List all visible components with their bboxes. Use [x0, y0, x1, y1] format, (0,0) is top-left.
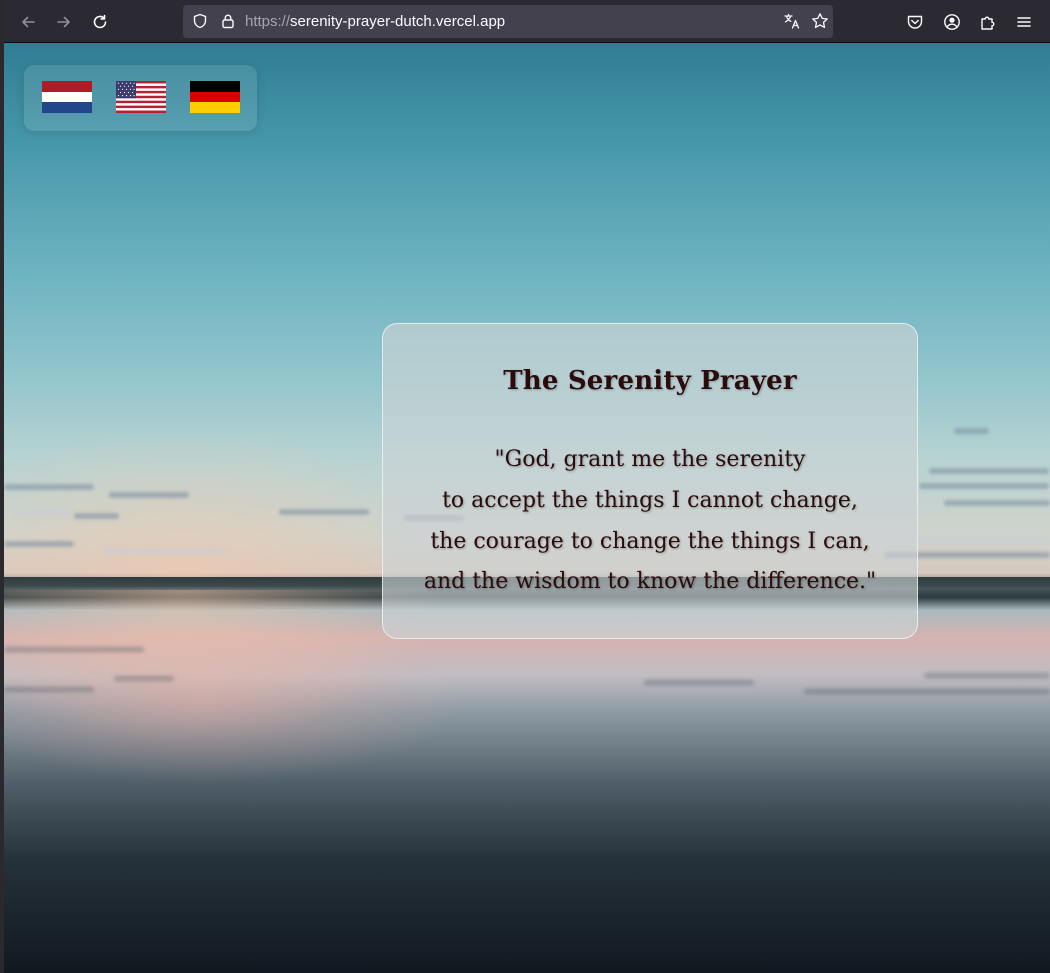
- english-flag-button[interactable]: [116, 81, 166, 113]
- prayer-card: The Serenity Prayer "God, grant me the s…: [382, 323, 918, 639]
- star-icon[interactable]: [811, 12, 829, 30]
- prayer-line-4: and the wisdom to know the difference.": [423, 569, 877, 594]
- account-button[interactable]: [937, 7, 967, 37]
- us-flag-icon: [116, 81, 166, 113]
- pocket-icon: [907, 15, 923, 29]
- extensions-button[interactable]: [973, 7, 1003, 37]
- forward-button[interactable]: [49, 7, 79, 37]
- prayer-line-1: "God, grant me the serenity: [494, 447, 806, 472]
- shield-icon[interactable]: [191, 12, 209, 30]
- back-arrow-icon: [22, 16, 35, 28]
- puzzle-icon: [981, 16, 995, 30]
- url-scheme: https://: [245, 13, 291, 30]
- prayer-line-3: the courage to change the things I can,: [430, 529, 870, 554]
- account-icon: [944, 14, 960, 30]
- prayer-title: The Serenity Prayer: [503, 366, 797, 396]
- lock-icon[interactable]: [219, 12, 237, 30]
- url-text[interactable]: https://serenity-prayer-dutch.vercel.app: [245, 5, 505, 38]
- language-selector: [24, 65, 257, 131]
- reload-button[interactable]: [85, 7, 115, 37]
- translate-icon[interactable]: [783, 12, 801, 30]
- back-button[interactable]: [13, 7, 43, 37]
- url-bar[interactable]: https://serenity-prayer-dutch.vercel.app: [183, 5, 833, 38]
- reload-icon: [93, 14, 107, 29]
- netherlands-flag-icon: [42, 81, 92, 113]
- hamburger-menu-icon: [1017, 17, 1031, 27]
- forward-arrow-icon: [57, 16, 70, 28]
- dutch-flag-button[interactable]: [42, 81, 92, 113]
- germany-flag-icon: [190, 81, 240, 113]
- pocket-button[interactable]: [900, 7, 930, 37]
- url-host: serenity-prayer-dutch.vercel.app: [290, 13, 506, 30]
- german-flag-button[interactable]: [190, 81, 240, 113]
- page-viewport: The Serenity Prayer "God, grant me the s…: [4, 43, 1050, 973]
- menu-button[interactable]: [1009, 7, 1039, 37]
- browser-toolbar: https://serenity-prayer-dutch.vercel.app: [4, 0, 1050, 43]
- prayer-line-2: to accept the things I cannot change,: [442, 488, 858, 513]
